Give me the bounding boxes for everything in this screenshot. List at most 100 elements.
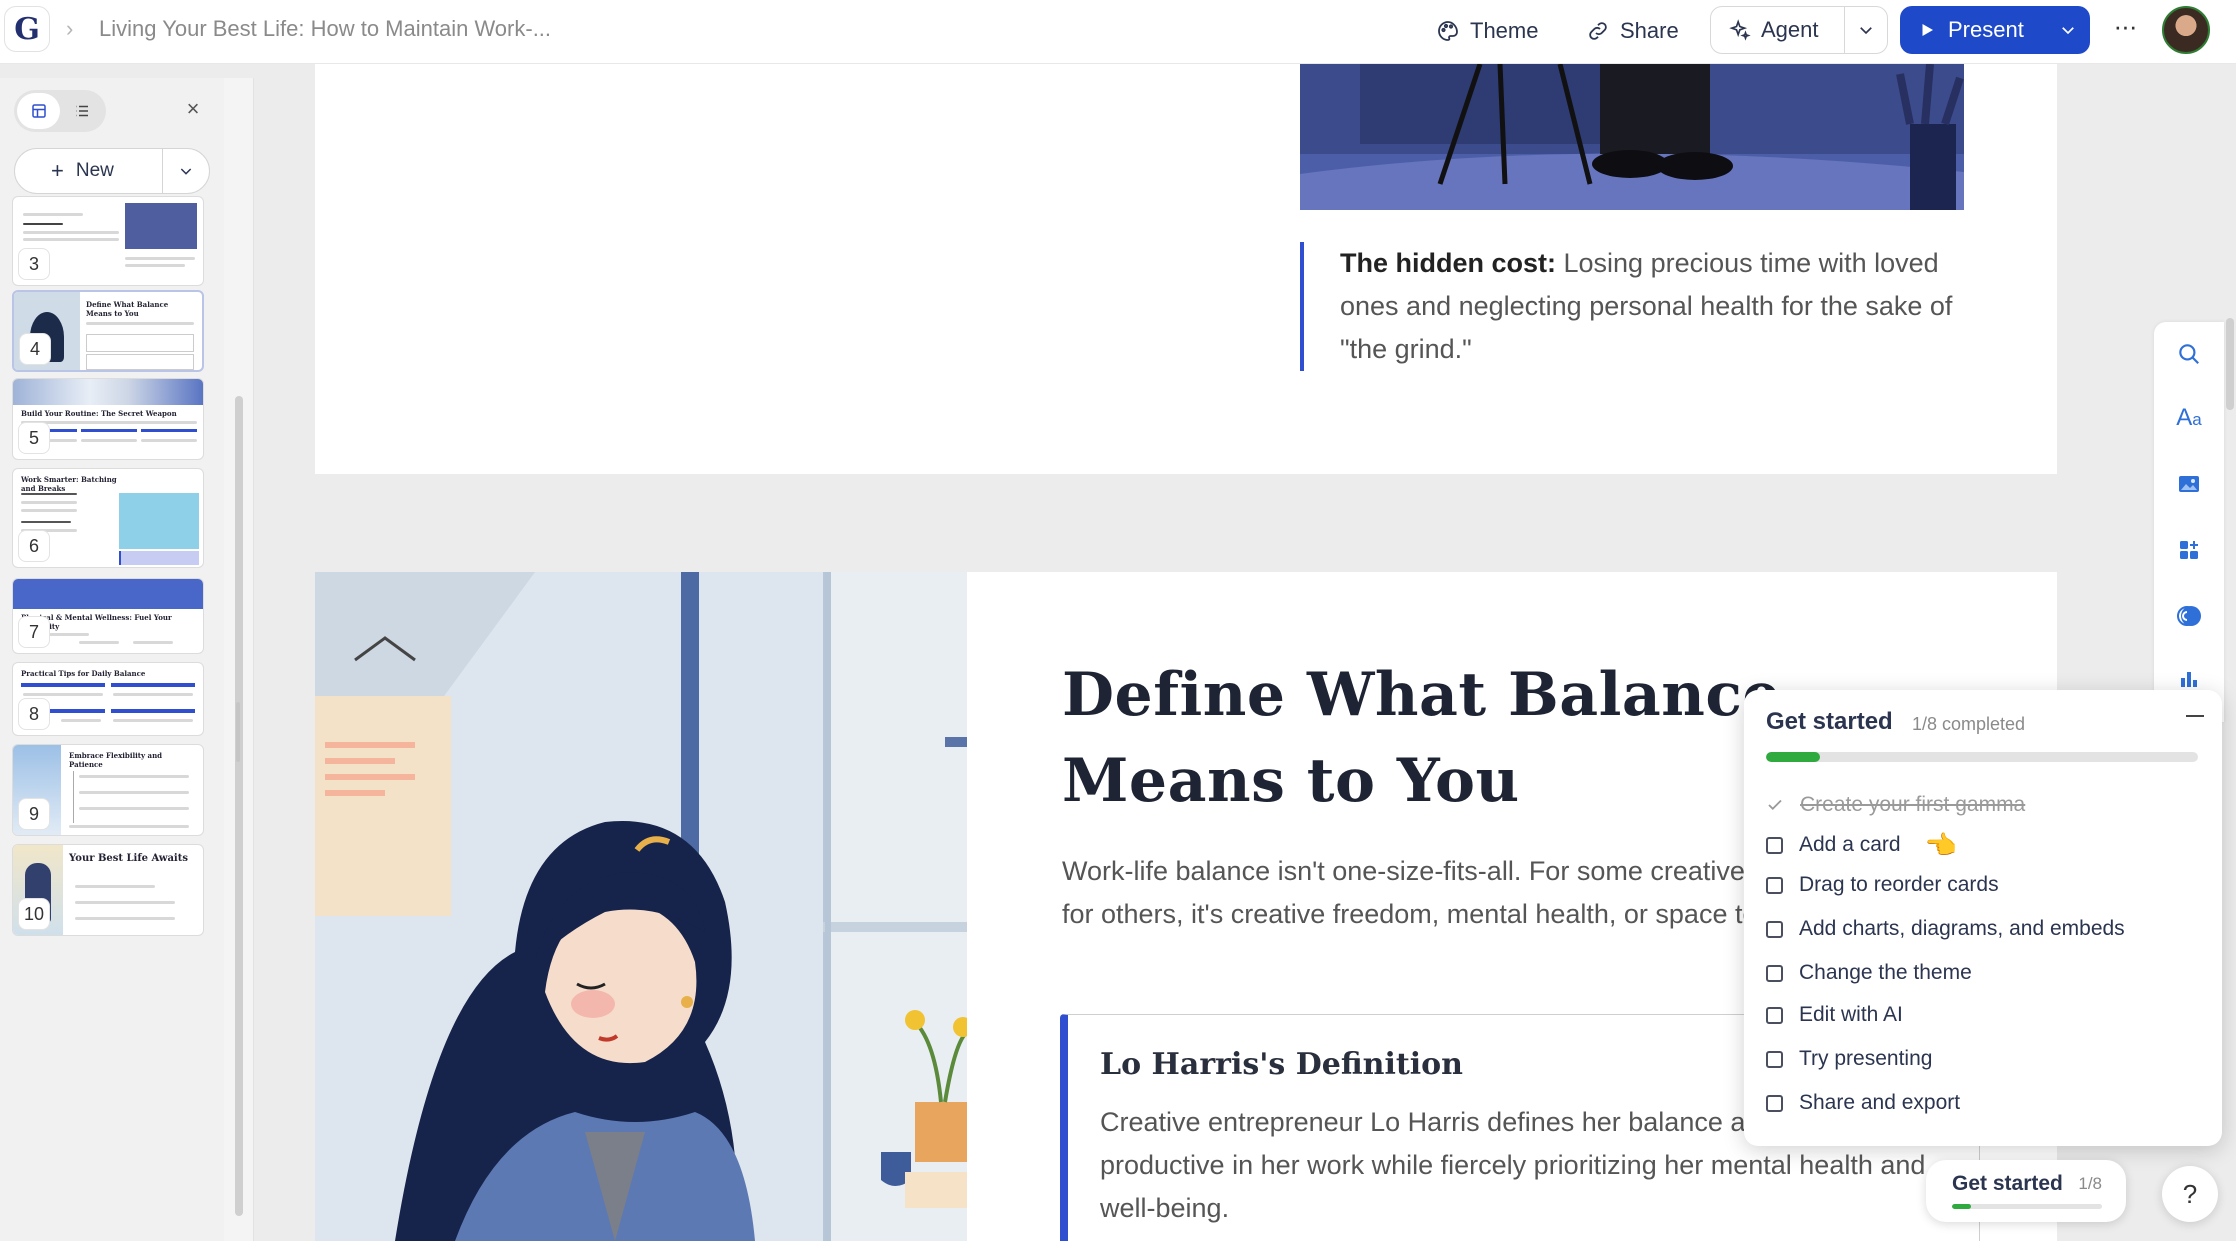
checkbox[interactable] [1766,1050,1783,1068]
callout-title: Lo Harris's Definition [1100,1047,1463,1082]
checklist-item[interactable]: Share and export [1766,1088,1960,1118]
chevron-down-icon [180,168,192,175]
more-options-button[interactable]: ··· [2110,13,2140,44]
slide-number: 4 [20,334,50,364]
slide-number: 3 [19,249,49,279]
text-style-icon: Aa [2176,404,2202,431]
grid-view-button[interactable] [17,93,60,129]
get-started-panel: Get started 1/8 completed Create your fi… [1744,690,2222,1146]
checklist-label: Drag to reorder cards [1799,873,1999,896]
checklist-item[interactable]: Change the theme [1766,958,1972,988]
document-title[interactable]: Living Your Best Life: How to Maintain W… [99,16,551,42]
checklist-item[interactable]: Add charts, diagrams, and embeds [1766,914,2125,944]
new-label: New [75,160,114,181]
checklist-item[interactable]: Create your first gamma [1766,790,2025,820]
add-block-icon [2180,541,2198,559]
blocks-tool-button[interactable] [2171,532,2207,568]
office-illustration [1300,64,1964,210]
checklist-label: Change the theme [1799,961,1972,984]
image-tool-button[interactable] [2171,466,2207,502]
checkbox[interactable] [1766,1094,1783,1112]
slide-thumbnail[interactable]: Physical & Mental Wellness: Fuel Your Cr… [12,578,204,654]
agent-label: Agent [1761,17,1819,42]
get-started-progress-bar [1766,752,2198,762]
search-tool-button[interactable] [2171,336,2207,372]
checklist-label: Try presenting [1799,1047,1933,1070]
slide-number: 9 [19,799,49,829]
text-style-tool-button[interactable]: Aa [2171,400,2207,436]
agent-dropdown-button[interactable] [1845,7,1887,53]
checklist-item[interactable]: Edit with AI [1766,1000,1903,1030]
present-dropdown-button[interactable] [2046,6,2090,54]
page-scrollbar[interactable] [2226,318,2234,410]
list-view-button[interactable] [60,93,103,129]
slide-thumbnail[interactable]: Your Best Life Awaits 10 [12,844,204,936]
agent-button[interactable]: Agent [1711,7,1845,53]
checkbox[interactable] [1766,920,1783,938]
bar-chart-icon [2181,672,2197,687]
slide-thumbnail[interactable]: Work Smarter: Batching and Breaks 6 [12,468,204,568]
theme-button[interactable]: Theme [1422,8,1552,54]
get-started-pill-count: 1/8 [2078,1174,2102,1193]
get-started-progress-text: 1/8 completed [1912,714,2026,734]
sidebar-scrollbar[interactable] [232,78,246,1241]
chevron-down-icon [2062,27,2074,35]
present-label: Present [1948,17,2024,42]
checklist-label: Add a card [1799,833,1901,856]
slide-title: Build Your Routine: The Secret Weapon [21,409,177,418]
agent-button-group: Agent [1710,6,1888,54]
close-sidebar-button[interactable]: × [180,96,206,122]
present-button-group: Present [1900,6,2090,54]
slide-title: Define What Balance Means to You [86,300,169,318]
card-previous[interactable]: The hidden cost: Losing precious time wi… [315,64,2057,474]
slide-thumbnail[interactable]: 3 [12,196,204,286]
minimize-panel-button[interactable] [2184,704,2206,726]
checklist-item[interactable]: Try presenting [1766,1044,1932,1074]
get-started-title: Get started [1766,708,1893,735]
top-bar: G › Living Your Best Life: How to Mainta… [0,0,2236,64]
link-icon [1589,22,1607,40]
search-icon [2179,344,2199,364]
new-card-dropdown[interactable] [163,163,209,179]
checklist-label: Add charts, diagrams, and embeds [1799,917,2125,940]
plus-icon: + [51,158,64,183]
embed-tool-button[interactable] [2171,598,2207,634]
gamma-logo[interactable]: G [4,6,50,52]
slide-thumbnail[interactable]: Practical Tips for Daily Balance 8 [12,662,204,736]
sparkle-icon [1729,19,1751,41]
get-started-pill-progress [1952,1204,2102,1209]
sidebar-resize-handle[interactable] [236,702,240,762]
chevron-right-icon: › [66,16,74,41]
slide-number: 6 [19,531,49,561]
share-label: Share [1620,18,1679,43]
slide-title: Embrace Flexibility and Patience [69,751,163,769]
checklist-label: Create your first gamma [1800,793,2026,816]
slide-title: Your Best Life Awaits [69,853,188,864]
theme-label: Theme [1470,18,1539,43]
editor-tool-rail: Aa [2154,322,2224,722]
new-card-button[interactable]: + New [15,149,163,193]
check-icon [1766,796,1784,814]
image-icon [2179,476,2199,492]
slide-thumbnail[interactable]: Embrace Flexibility and Patience 9 [12,744,204,836]
grid-view-icon [31,104,46,118]
get-started-pill[interactable]: Get started 1/8 [1926,1160,2126,1222]
slide-thumbnail[interactable]: Build Your Routine: The Secret Weapon 5 [12,378,204,460]
hidden-cost-quote[interactable]: The hidden cost: Losing precious time wi… [1300,242,1964,371]
share-button[interactable]: Share [1572,8,1693,54]
progress-fill [1766,752,1820,762]
checkbox[interactable] [1766,1006,1783,1024]
slide-number: 8 [19,699,49,729]
checklist-item[interactable]: Add a card 👈 [1766,830,1957,860]
slide-thumbnail[interactable]: Define What Balance Means to You 4 [12,290,204,372]
progress-fill [1952,1204,1971,1209]
slide-title: Work Smarter: Batching and Breaks [21,475,117,493]
slide-number: 5 [19,423,49,453]
help-button[interactable]: ? [2162,1166,2218,1222]
present-button[interactable]: Present [1900,6,2046,54]
checkbox[interactable] [1766,876,1783,894]
checkbox[interactable] [1766,836,1783,854]
checklist-item[interactable]: Drag to reorder cards [1766,870,1999,900]
avatar[interactable] [2162,6,2210,54]
checkbox[interactable] [1766,964,1783,982]
